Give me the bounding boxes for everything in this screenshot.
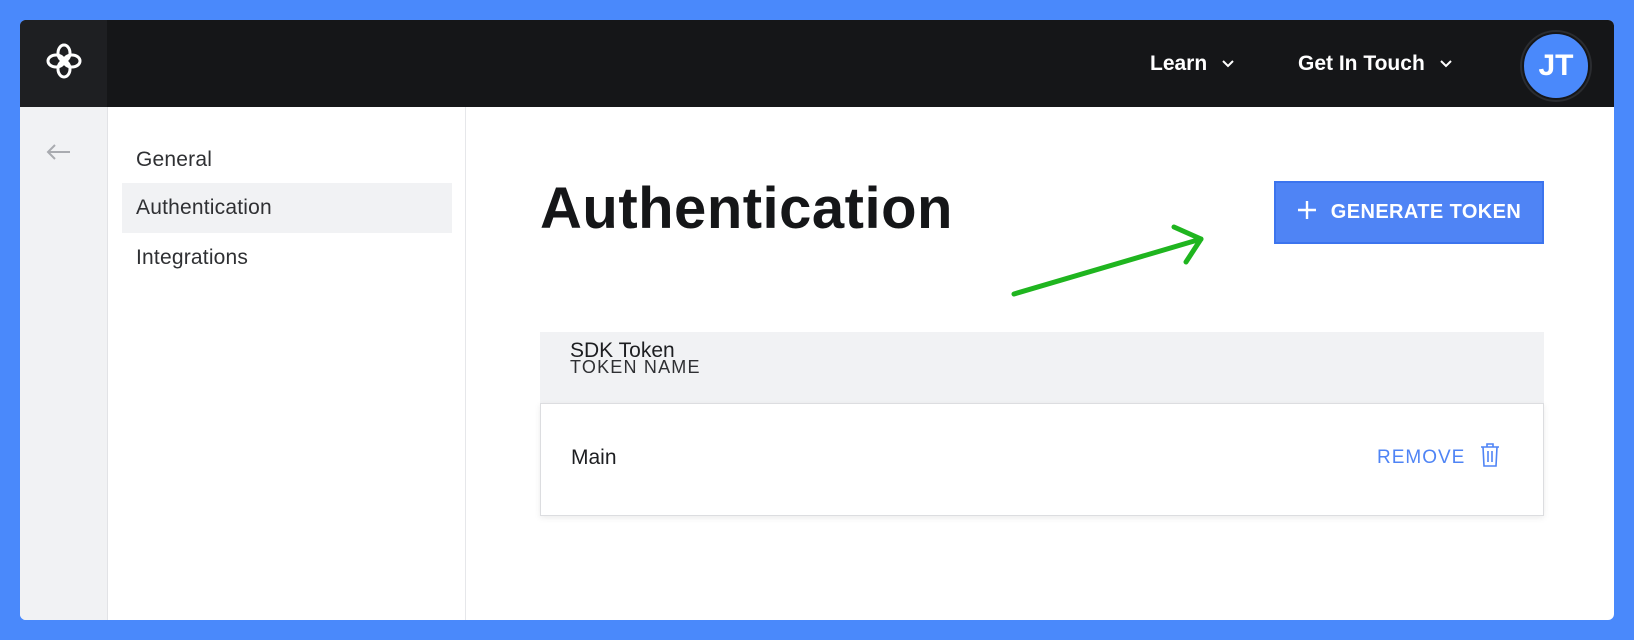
chevron-down-icon <box>1221 59 1235 68</box>
main-content: Authentication GENERATE TOKEN TOKEN NAME… <box>466 107 1614 620</box>
sidebar-item-label: General <box>136 148 213 171</box>
remove-label: REMOVE <box>1377 447 1466 468</box>
trash-icon <box>1479 442 1501 474</box>
sidebar-item-label: Integrations <box>136 246 249 269</box>
token-table: TOKEN NAME Main REMOVE <box>540 332 1544 516</box>
chevron-down-icon <box>1439 59 1453 68</box>
app-window: Learn Get In Touch JT General Authentica… <box>20 20 1614 620</box>
sidebar-item-label: Authentication <box>136 196 272 219</box>
sidebar-item-integrations[interactable]: Integrations <box>122 233 452 283</box>
user-avatar[interactable]: JT <box>1522 32 1590 100</box>
token-name: Main <box>571 446 617 469</box>
nav-get-in-touch[interactable]: Get In Touch <box>1298 20 1453 107</box>
settings-sidebar: General Authentication Integrations <box>108 107 466 620</box>
left-rail <box>20 107 108 620</box>
table-row: Main REMOVE <box>540 403 1544 516</box>
sidebar-item-authentication[interactable]: Authentication <box>122 183 452 233</box>
flower-logo-icon <box>46 43 82 84</box>
back-button[interactable] <box>40 139 76 169</box>
remove-token-button[interactable]: REMOVE <box>1377 442 1501 474</box>
generate-token-label: GENERATE TOKEN <box>1330 201 1522 223</box>
logo[interactable] <box>20 20 107 107</box>
nav-learn-label: Learn <box>1150 51 1208 75</box>
top-navigation-bar: Learn Get In Touch JT <box>20 20 1614 107</box>
sidebar-item-general[interactable]: General <box>122 135 452 185</box>
generate-token-button[interactable]: GENERATE TOKEN <box>1274 181 1544 244</box>
page-title: Authentication <box>540 176 953 241</box>
token-name: SDK Token <box>570 339 675 362</box>
plus-icon <box>1297 200 1317 226</box>
table-header: TOKEN NAME <box>540 332 1544 403</box>
avatar-initials: JT <box>1538 49 1574 82</box>
nav-learn[interactable]: Learn <box>1150 20 1235 107</box>
arrow-left-icon <box>44 142 72 167</box>
nav-get-in-touch-label: Get In Touch <box>1298 51 1425 75</box>
